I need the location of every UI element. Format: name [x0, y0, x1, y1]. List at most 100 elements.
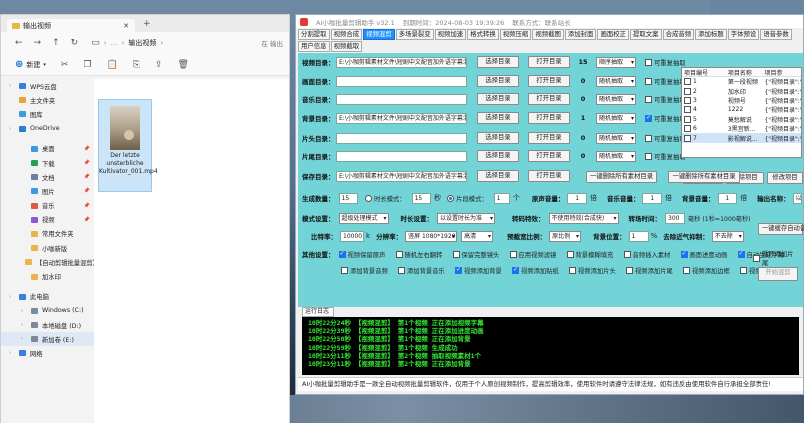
- option-checkbox[interactable]: 视频添加背景: [455, 266, 506, 275]
- up-icon[interactable]: ↑: [52, 38, 60, 48]
- orig-volume-input[interactable]: 1: [567, 192, 587, 204]
- project-row[interactable]: 1第一段视频{"视频目录":"D:\\: [682, 77, 801, 86]
- tab[interactable]: 添加标题: [695, 29, 727, 40]
- select-dir-button[interactable]: 选择目录: [477, 75, 519, 87]
- open-dir-button[interactable]: 打开目录: [528, 93, 570, 105]
- option-checkbox[interactable]: 背景模糊填充: [566, 250, 618, 259]
- select-dir-button[interactable]: 选择目录: [477, 170, 519, 182]
- resolution-select[interactable]: 竖屏 1080*1920: [405, 230, 458, 242]
- tab[interactable]: 分割提取: [298, 29, 330, 40]
- path-input[interactable]: [336, 93, 467, 105]
- bg-position-input[interactable]: 1: [628, 230, 649, 242]
- clips-input[interactable]: 1: [493, 192, 510, 204]
- option-checkbox[interactable]: 视频添加贴纸: [512, 266, 563, 275]
- back-icon[interactable]: ←: [15, 38, 23, 48]
- paste-icon[interactable]: 📋: [107, 60, 118, 70]
- repeat-option[interactable]: 可重复抽取: [645, 114, 685, 123]
- tab[interactable]: 视频截图: [532, 29, 564, 40]
- option-checkbox[interactable]: 保留完整镜头: [452, 250, 504, 259]
- tab[interactable]: 视频混剪: [363, 29, 395, 40]
- tab[interactable]: 视频合成: [330, 29, 363, 40]
- nav-item[interactable]: 下载 📌: [1, 156, 94, 170]
- tab[interactable]: 画面校正: [597, 29, 630, 40]
- music-volume-input[interactable]: 1: [642, 192, 663, 204]
- repeat-option[interactable]: 可重复抽取: [645, 152, 685, 161]
- transition-select[interactable]: 不使用特效(合成快): [548, 212, 619, 224]
- output-name-input[interactable]: 以: [792, 192, 803, 204]
- open-dir-button[interactable]: 打开目录: [528, 132, 570, 144]
- nav-item[interactable]: 视频 📌: [1, 213, 94, 227]
- breadcrumb[interactable]: ▭ › … › 输出视频 ›: [91, 38, 163, 48]
- option-checkbox[interactable]: 画面进度动画: [680, 250, 732, 259]
- tab[interactable]: 字体预设: [727, 29, 760, 40]
- nav-item[interactable]: 【自动剪辑批量混剪】: [1, 255, 99, 269]
- tab[interactable]: 语音参数: [760, 29, 792, 40]
- option-checkbox[interactable]: 音频插入素材: [623, 250, 675, 259]
- tab[interactable]: 添加封面: [564, 29, 597, 40]
- path-input[interactable]: E:\小咖剪辑素材文件\短剧中文配音加外语字幕混: [336, 112, 467, 124]
- nav-item[interactable]: 主文件夹: [1, 93, 94, 107]
- nav-item[interactable]: › 此电脑: [1, 290, 94, 304]
- nav-item[interactable]: 音乐 📌: [1, 199, 94, 213]
- path-input[interactable]: [336, 132, 467, 144]
- extract-mode-select[interactable]: 顺序抽取: [596, 56, 636, 68]
- nav-item[interactable]: 图片 📌: [1, 184, 94, 198]
- close-tab-icon[interactable]: ✕: [123, 22, 129, 30]
- tab[interactable]: 视频截取: [330, 41, 363, 52]
- quality-select[interactable]: 高清: [461, 230, 494, 242]
- option-checkbox[interactable]: 视频添加边框: [683, 266, 734, 275]
- project-row[interactable]: 41222{"视频目录":"E:\\: [682, 105, 801, 114]
- refresh-icon[interactable]: ↻: [71, 38, 79, 48]
- path-input[interactable]: [336, 150, 467, 162]
- nav-item[interactable]: 桌面 📌: [1, 142, 94, 156]
- forward-icon[interactable]: →: [34, 38, 42, 48]
- project-row[interactable]: 3视频号{"视频目录":"E:\\: [682, 96, 801, 105]
- option-checkbox[interactable]: 视频添加片头: [569, 266, 620, 275]
- loop-tail-option[interactable]: 循环添加片尾: [753, 249, 797, 267]
- bg-volume-input[interactable]: 1: [717, 192, 738, 204]
- nav-item[interactable]: 图库: [1, 107, 94, 121]
- select-dir-button[interactable]: 选择目录: [477, 93, 519, 105]
- option-checkbox[interactable]: 视频添加片尾: [626, 266, 677, 275]
- repeat-option[interactable]: 可重复抽取: [645, 58, 685, 67]
- count-input[interactable]: 15: [338, 192, 359, 204]
- new-button[interactable]: ⊕ 新建 ▾: [15, 59, 46, 70]
- project-row[interactable]: 63黑宫新...{"视频目录":"","画: [682, 124, 801, 133]
- path-input[interactable]: [336, 75, 467, 87]
- copy-icon[interactable]: ❐: [83, 60, 91, 70]
- path-input[interactable]: E:\小咖剪辑素材文件\短剧中文配音加外语字幕混: [336, 170, 467, 182]
- nav-item[interactable]: › 新加卷 (E:): [1, 332, 94, 347]
- extract-mode-select[interactable]: 随机抽取: [596, 93, 636, 105]
- nav-item[interactable]: › Windows (C:): [1, 304, 94, 318]
- chevron-right-icon[interactable]: ›: [9, 294, 15, 300]
- tab[interactable]: 用户信息: [298, 41, 330, 52]
- nav-item[interactable]: › 本地磁盘 (D:): [1, 318, 94, 332]
- repeat-option[interactable]: 可重复抽取: [645, 77, 685, 86]
- mode-select[interactable]: 超级处理模式: [338, 212, 389, 224]
- path-input[interactable]: E:\小咖剪辑素材文件\短剧中文配音加外语字幕混: [336, 56, 467, 68]
- extract-mode-select[interactable]: 随机抽取: [596, 75, 636, 87]
- log-tab[interactable]: 运行日志: [302, 307, 334, 317]
- rename-icon[interactable]: ⎘: [133, 60, 140, 70]
- video-file-item[interactable]: Der letzte unsterbliche Kultivator_001.m…: [98, 99, 158, 192]
- tab[interactable]: 视频压缩: [499, 29, 532, 40]
- nav-item[interactable]: 文档 📌: [1, 170, 94, 184]
- explorer-tab[interactable]: 输出视频 ✕: [7, 19, 135, 32]
- bitrate-input[interactable]: 10000: [340, 230, 364, 242]
- tab[interactable]: 多场景裂变: [395, 29, 434, 40]
- select-dir-button[interactable]: 选择目录: [477, 132, 519, 144]
- open-dir-button[interactable]: 打开目录: [528, 170, 570, 182]
- option-checkbox[interactable]: 应用视频滤镜: [509, 250, 561, 259]
- option-checkbox[interactable]: 添加背景音乐: [398, 266, 449, 275]
- project-button[interactable]: 修改项目: [767, 172, 803, 184]
- cache-button[interactable]: 一键缓存自动音: [758, 223, 804, 235]
- time-mode-radio[interactable]: [365, 194, 373, 202]
- transition-time-input[interactable]: 300: [665, 212, 685, 224]
- chevron-right-icon[interactable]: ›: [9, 126, 15, 132]
- cut-icon[interactable]: ✂: [61, 60, 69, 70]
- nav-item[interactable]: 常用文件夹: [1, 227, 94, 241]
- option-checkbox[interactable]: 随机左右翻转: [395, 250, 447, 259]
- delete-icon[interactable]: 🗑: [178, 60, 189, 70]
- nav-item[interactable]: › 网络: [1, 346, 94, 360]
- option-checkbox[interactable]: 添加背景音频: [341, 266, 392, 275]
